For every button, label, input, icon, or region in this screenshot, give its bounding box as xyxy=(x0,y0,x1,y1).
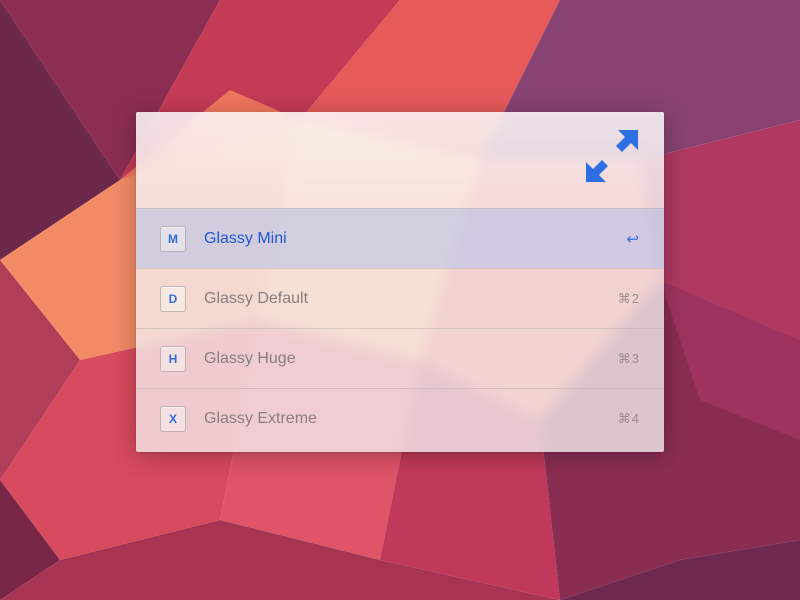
enter-icon: ↩ xyxy=(626,230,640,248)
results-list: M Glassy Mini ↩ D Glassy Default ⌘2 H Gl… xyxy=(136,208,664,448)
expand-fullscreen-icon[interactable] xyxy=(582,126,642,186)
key-badge: H xyxy=(160,346,186,372)
shortcut-label: ⌘2 xyxy=(618,291,640,307)
key-badge: M xyxy=(160,226,186,252)
list-item[interactable]: M Glassy Mini ↩ xyxy=(136,208,664,268)
list-item-label: Glassy Extreme xyxy=(204,410,618,428)
key-badge: D xyxy=(160,286,186,312)
list-item-label: Glassy Huge xyxy=(204,350,618,368)
shortcut-label: ⌘3 xyxy=(618,351,640,367)
list-item[interactable]: D Glassy Default ⌘2 xyxy=(136,268,664,328)
shortcut-label: ⌘4 xyxy=(618,411,640,427)
list-item-label: Glassy Default xyxy=(204,290,618,308)
list-item[interactable]: X Glassy Extreme ⌘4 xyxy=(136,388,664,448)
launcher-panel: M Glassy Mini ↩ D Glassy Default ⌘2 H Gl… xyxy=(136,112,664,452)
list-item[interactable]: H Glassy Huge ⌘3 xyxy=(136,328,664,388)
key-badge: X xyxy=(160,406,186,432)
list-item-label: Glassy Mini xyxy=(204,230,626,248)
panel-header xyxy=(136,112,664,208)
